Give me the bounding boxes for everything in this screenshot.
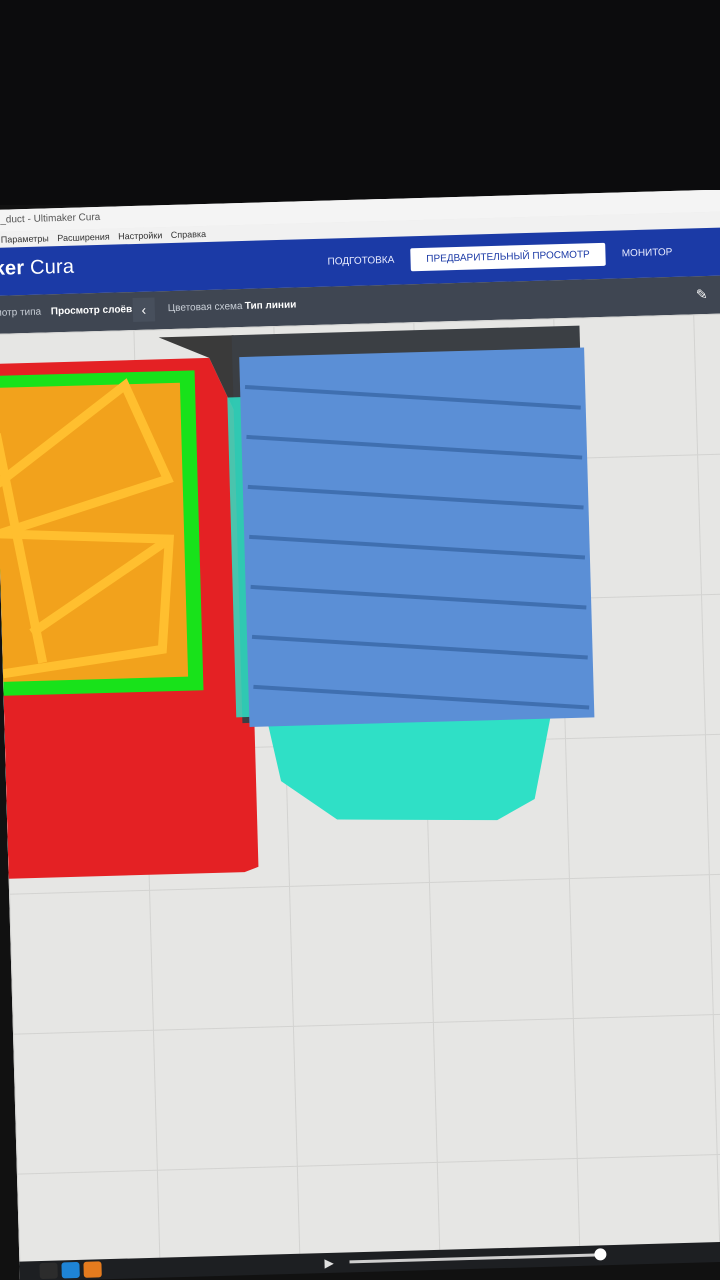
menu-item-settings[interactable]: Настройки <box>118 230 162 241</box>
skirt-cyan-base <box>266 708 553 821</box>
app-logo: ker Cura <box>0 256 75 281</box>
menu-item-extensions[interactable]: Расширения <box>57 232 110 243</box>
cura-window: _duct - Ultimaker Cura Параметры Расшире… <box>0 190 720 1280</box>
view-type-label: мотр типа <box>0 306 42 319</box>
tab-monitor[interactable]: МОНИТОР <box>605 241 688 266</box>
taskbar-cura-icon[interactable] <box>61 1261 80 1279</box>
tab-prepare[interactable]: ПОДГОТОВКА <box>311 248 410 274</box>
brand-name: Cura <box>29 255 75 279</box>
brand-prefix: ker <box>0 257 25 280</box>
layer-slider-thumb[interactable] <box>594 1248 607 1261</box>
monitor-bezel <box>0 0 720 205</box>
screen: _duct - Ultimaker Cura Параметры Расшире… <box>0 190 720 1280</box>
tab-preview[interactable]: ПРЕДВАРИТЕЛЬНЫЙ ПРОСМОТР <box>409 242 607 272</box>
layer-view-dropdown[interactable]: Просмотр слоёв <box>51 304 133 317</box>
stage-tabs: ПОДГОТОВКА ПРЕДВАРИТЕЛЬНЫЙ ПРОСМОТР МОНИ… <box>311 241 688 275</box>
color-scheme-label: Цветовая схема <box>167 300 243 315</box>
taskbar-app-icon[interactable] <box>39 1262 58 1280</box>
build-plate-viewport[interactable] <box>0 313 720 1280</box>
color-scheme-dropdown[interactable]: Тип линии <box>245 299 297 311</box>
layer-slider-track[interactable] <box>349 1253 600 1264</box>
preview-render <box>0 325 595 879</box>
menu-item-help[interactable]: Справка <box>171 229 207 240</box>
play-icon[interactable]: ▶ <box>324 1256 334 1270</box>
taskbar-blender-icon[interactable] <box>83 1261 102 1278</box>
menu-item-parameters[interactable]: Параметры <box>1 233 49 244</box>
window-title: _duct - Ultimaker Cura <box>0 211 101 226</box>
chevron-left-icon[interactable]: ‹ <box>132 297 156 323</box>
pencil-icon[interactable]: ✎ <box>696 286 708 303</box>
